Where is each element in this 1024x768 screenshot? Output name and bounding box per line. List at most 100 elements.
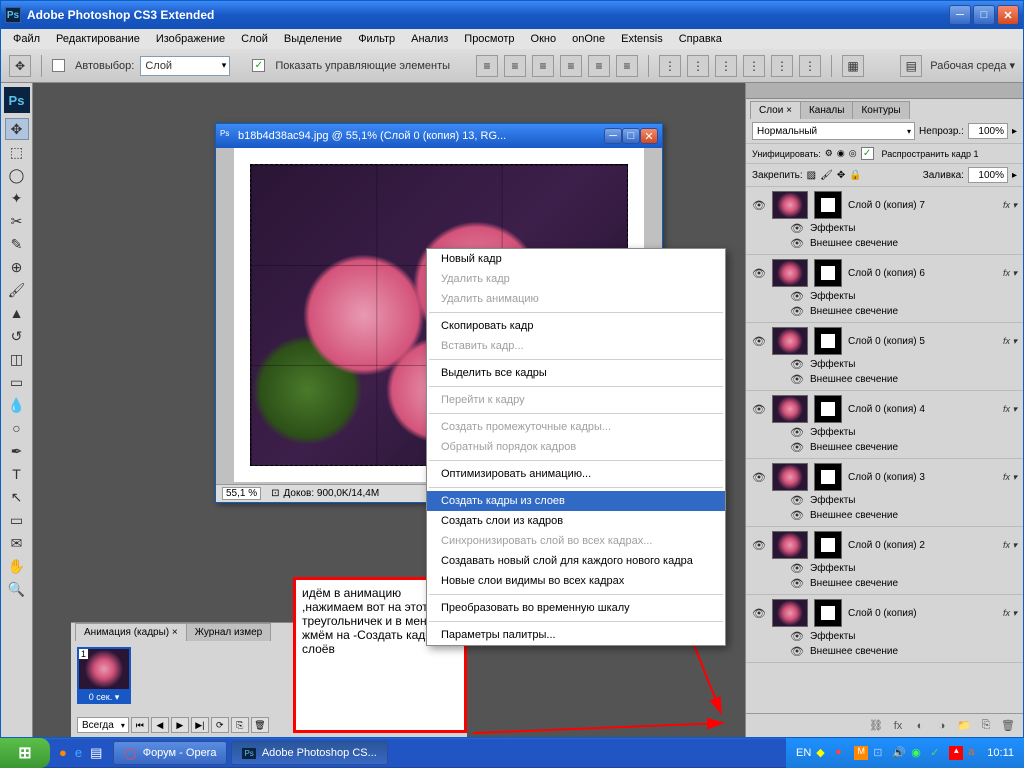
layer-mask-thumbnail[interactable] bbox=[814, 327, 842, 355]
history-brush-tool[interactable]: ↺ bbox=[5, 325, 29, 347]
visibility-icon[interactable]: 👁 bbox=[790, 236, 804, 250]
layer-name[interactable]: Слой 0 (копия) 3 bbox=[848, 472, 997, 483]
zoom-tool[interactable]: 🔍 bbox=[5, 578, 29, 600]
shape-tool[interactable]: ▭ bbox=[5, 509, 29, 531]
layer-item[interactable]: 👁 Слой 0 (копия) fx ▾ 👁Эффекты 👁Внешнее … bbox=[746, 595, 1023, 663]
context-menu-item[interactable]: Параметры палитры... bbox=[427, 625, 725, 645]
layer-mask-thumbnail[interactable] bbox=[814, 531, 842, 559]
layers-tab[interactable]: Слои × bbox=[750, 101, 801, 119]
effects-label[interactable]: Эффекты bbox=[810, 223, 855, 234]
stamp-tool[interactable]: ▲ bbox=[5, 302, 29, 324]
align-icon[interactable]: ≡ bbox=[532, 55, 554, 77]
quicklaunch-icon[interactable]: ▤ bbox=[87, 743, 105, 763]
fx-indicator[interactable]: fx ▾ bbox=[1003, 472, 1017, 483]
notes-tool[interactable]: ✉ bbox=[5, 532, 29, 554]
outer-glow-effect[interactable]: Внешнее свечение bbox=[810, 578, 898, 589]
marquee-tool[interactable]: ⬚ bbox=[5, 141, 29, 163]
tray-icon[interactable]: ⊡ bbox=[873, 746, 887, 760]
mask-icon[interactable]: ◐ bbox=[911, 717, 929, 735]
menu-edit[interactable]: Редактирование bbox=[50, 31, 146, 47]
fx-indicator[interactable]: fx ▾ bbox=[1003, 540, 1017, 551]
visibility-icon[interactable]: 👁 bbox=[790, 508, 804, 522]
lock-transparency-icon[interactable]: ▨ bbox=[807, 170, 816, 181]
visibility-icon[interactable]: 👁 bbox=[752, 198, 766, 212]
language-indicator[interactable]: EN bbox=[796, 747, 811, 759]
eyedropper-tool[interactable]: ✎ bbox=[5, 233, 29, 255]
layer-name[interactable]: Слой 0 (копия) 6 bbox=[848, 268, 997, 279]
wand-tool[interactable]: ✦ bbox=[5, 187, 29, 209]
menu-image[interactable]: Изображение bbox=[150, 31, 231, 47]
lock-move-icon[interactable]: ✥ bbox=[837, 170, 845, 181]
visibility-icon[interactable]: 👁 bbox=[752, 266, 766, 280]
layer-thumbnail[interactable] bbox=[772, 327, 808, 355]
visibility-icon[interactable]: 👁 bbox=[790, 493, 804, 507]
layer-name[interactable]: Слой 0 (копия) 7 bbox=[848, 200, 997, 211]
tray-icon[interactable]: ✓ bbox=[930, 746, 944, 760]
fx-indicator[interactable]: fx ▾ bbox=[1003, 268, 1017, 279]
layer-name[interactable]: Слой 0 (копия) 5 bbox=[848, 336, 997, 347]
menu-window[interactable]: Окно bbox=[525, 31, 563, 47]
lock-paint-icon[interactable]: 🖌 bbox=[820, 170, 833, 181]
opacity-field[interactable]: 100% bbox=[968, 123, 1008, 139]
context-menu-item[interactable]: Новый кадр bbox=[427, 249, 725, 269]
outer-glow-effect[interactable]: Внешнее свечение bbox=[810, 646, 898, 657]
maximize-button[interactable]: □ bbox=[973, 5, 995, 25]
animation-tab[interactable]: Анимация (кадры) × bbox=[75, 623, 187, 641]
visibility-icon[interactable]: 👁 bbox=[790, 629, 804, 643]
context-menu-item[interactable]: Создать кадры из слоев bbox=[427, 491, 725, 511]
gradient-tool[interactable]: ▭ bbox=[5, 371, 29, 393]
layer-item[interactable]: 👁 Слой 0 (копия) 4 fx ▾ 👁Эффекты 👁Внешне… bbox=[746, 391, 1023, 459]
path-tool[interactable]: ↖ bbox=[5, 486, 29, 508]
fx-indicator[interactable]: fx ▾ bbox=[1003, 404, 1017, 415]
dodge-tool[interactable]: ○ bbox=[5, 417, 29, 439]
menu-filter[interactable]: Фильтр bbox=[352, 31, 401, 47]
tween-button[interactable]: ⟳ bbox=[211, 717, 229, 733]
context-menu-item[interactable]: Скопировать кадр bbox=[427, 316, 725, 336]
visibility-icon[interactable]: 👁 bbox=[752, 334, 766, 348]
effects-label[interactable]: Эффекты bbox=[810, 495, 855, 506]
next-frame-button[interactable]: ▶| bbox=[191, 717, 209, 733]
visibility-icon[interactable]: 👁 bbox=[752, 470, 766, 484]
layer-thumbnail[interactable] bbox=[772, 395, 808, 423]
layer-select[interactable]: Слой bbox=[140, 56, 230, 76]
channels-tab[interactable]: Каналы bbox=[800, 101, 854, 119]
fx-indicator[interactable]: fx ▾ bbox=[1003, 200, 1017, 211]
workspace-dropdown[interactable]: Рабочая среда ▾ bbox=[930, 59, 1015, 72]
tray-icon[interactable]: M bbox=[854, 746, 868, 760]
distribute-icon[interactable]: ⋮ bbox=[743, 55, 765, 77]
unify-icon[interactable]: ⚙ bbox=[825, 148, 833, 159]
hand-tool[interactable]: ✋ bbox=[5, 555, 29, 577]
visibility-icon[interactable]: 👁 bbox=[790, 289, 804, 303]
context-menu-item[interactable]: Преобразовать во временную шкалу bbox=[427, 598, 725, 618]
distribute-icon[interactable]: ⋮ bbox=[715, 55, 737, 77]
context-menu-item[interactable]: Новые слои видимы во всех кадрах bbox=[427, 571, 725, 591]
show-controls-checkbox[interactable]: ✓ bbox=[252, 59, 265, 72]
tray-icon[interactable]: ● bbox=[835, 746, 849, 760]
zoom-value[interactable]: 55,1 % bbox=[222, 487, 261, 500]
distribute-icon[interactable]: ⋮ bbox=[687, 55, 709, 77]
visibility-icon[interactable]: 👁 bbox=[790, 644, 804, 658]
opacity-slider-icon[interactable]: ▸ bbox=[1012, 126, 1017, 137]
align-icon[interactable]: ≡ bbox=[504, 55, 526, 77]
group-icon[interactable]: 📁 bbox=[955, 717, 973, 735]
paths-tab[interactable]: Контуры bbox=[852, 101, 909, 119]
animation-frame[interactable]: 1 0 сек. ▾ bbox=[77, 647, 131, 704]
close-button[interactable]: ✕ bbox=[997, 5, 1019, 25]
play-button[interactable]: ▶ bbox=[171, 717, 189, 733]
tray-icon[interactable]: ◆ bbox=[816, 746, 830, 760]
delete-layer-icon[interactable]: 🗑 bbox=[999, 717, 1017, 735]
fx-icon[interactable]: fx bbox=[889, 717, 907, 735]
system-tray[interactable]: EN ◆ ● M ⊡ 🔊 ◉ ✓ ▲ a 10:11 bbox=[786, 738, 1024, 768]
layer-item[interactable]: 👁 Слой 0 (копия) 7 fx ▾ 👁Эффекты 👁Внешне… bbox=[746, 187, 1023, 255]
visibility-icon[interactable]: 👁 bbox=[790, 304, 804, 318]
lasso-tool[interactable]: ◯ bbox=[5, 164, 29, 186]
menu-extensis[interactable]: Extensis bbox=[615, 31, 669, 47]
layer-item[interactable]: 👁 Слой 0 (копия) 5 fx ▾ 👁Эффекты 👁Внешне… bbox=[746, 323, 1023, 391]
auto-select-checkbox[interactable] bbox=[52, 59, 65, 72]
unify-icon[interactable]: ◎ bbox=[849, 148, 857, 159]
visibility-icon[interactable]: 👁 bbox=[752, 402, 766, 416]
quicklaunch-icon[interactable]: e bbox=[72, 743, 85, 763]
outer-glow-effect[interactable]: Внешнее свечение bbox=[810, 442, 898, 453]
propagate-checkbox[interactable]: ✓ bbox=[861, 147, 874, 160]
fx-indicator[interactable]: fx ▾ bbox=[1003, 608, 1017, 619]
